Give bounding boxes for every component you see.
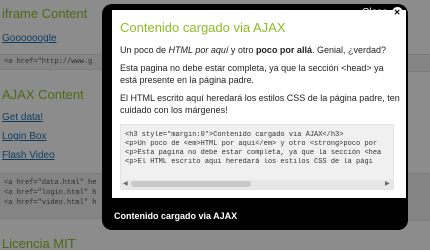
emphasis-text: HTML por aquí <box>168 45 229 55</box>
code-line: <h3 style="margin:0">Contenido cargado v… <box>125 131 344 139</box>
scrollbar-thumb[interactable] <box>131 181 251 187</box>
text: . Genial, ¿verdad? <box>311 45 386 55</box>
modal-content: Contenido cargado via AJAX Un poco de HT… <box>112 10 406 198</box>
lightbox-modal: Contenido cargado via AJAX Un poco de HT… <box>102 4 408 230</box>
text: Un poco de <box>120 45 169 55</box>
modal-paragraph-2: Esta pagina no debe estar completa, ya q… <box>120 63 384 85</box>
close-label: Close <box>362 6 388 18</box>
code-line: <p>Un poco de <em>HTML por aquí</em> y o… <box>125 140 378 148</box>
modal-paragraph-3: El HTML escrito aquí heredará los estilo… <box>120 93 400 115</box>
code-line: <p>El HTML escrito aquí heredará los est… <box>125 158 373 166</box>
text: y otro <box>228 45 256 55</box>
close-button[interactable]: Close ✕ <box>362 2 426 22</box>
modal-caption: Contenido cargado via AJAX <box>114 211 238 221</box>
modal-paragraph-1: Un poco de HTML por aquí y otro poco por… <box>120 44 400 56</box>
modal-code-block: <h3 style="margin:0">Contenido cargado v… <box>120 124 394 190</box>
strong-text: poco por allá <box>255 45 312 55</box>
modal-title: Contenido cargado via AJAX <box>120 20 286 35</box>
horizontal-scrollbar[interactable]: ◀ ▶ <box>121 180 393 189</box>
scroll-right-arrow-icon[interactable]: ▶ <box>385 181 391 187</box>
scroll-left-arrow-icon[interactable]: ◀ <box>123 181 129 187</box>
code-line: <p>Esta pagina no debe estar completa, y… <box>125 149 382 157</box>
close-icon: ✕ <box>391 6 403 18</box>
